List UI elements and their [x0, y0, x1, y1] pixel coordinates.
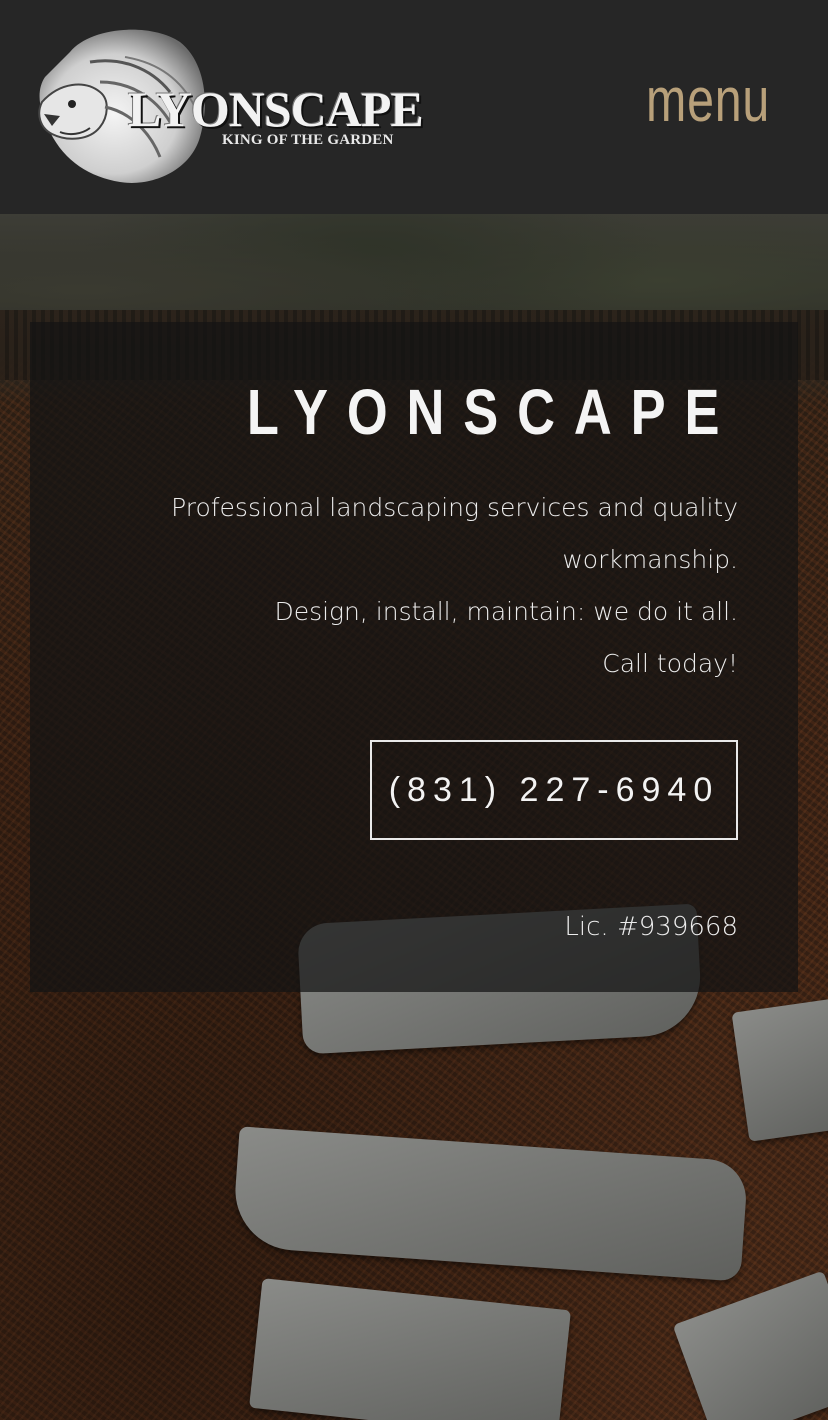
stepping-stone [672, 1270, 828, 1420]
logo-tagline: KING OF THE GARDEN [222, 132, 394, 148]
menu-button[interactable]: menu [646, 70, 770, 132]
stepping-stone [231, 1126, 749, 1282]
stepping-stone [249, 1278, 571, 1420]
hero-description-line: Call today! [602, 649, 738, 678]
phone-call-button[interactable]: (831) 227-6940 [370, 740, 738, 840]
stepping-stone [731, 996, 828, 1142]
phone-number: (831) 227-6940 [388, 770, 720, 809]
site-header: LYONSCAPE KING OF THE GARDEN menu [0, 0, 828, 214]
site-logo[interactable]: LYONSCAPE KING OF THE GARDEN [30, 22, 440, 187]
hero-description: Professional landscaping services and qu… [98, 482, 738, 690]
hero-description-line: Design, install, maintain: we do it all. [274, 597, 738, 626]
hero-title: LYONSCAPE [246, 376, 738, 448]
hero-description-line: Professional landscaping services and qu… [171, 493, 738, 574]
hero-overlay-panel: LYONSCAPE Professional landscaping servi… [30, 322, 798, 992]
hero-section: LYONSCAPE Professional landscaping servi… [0, 214, 828, 1420]
license-number: Lic. #939668 [564, 912, 738, 942]
logo-wordmark: LYONSCAPE [128, 81, 424, 137]
